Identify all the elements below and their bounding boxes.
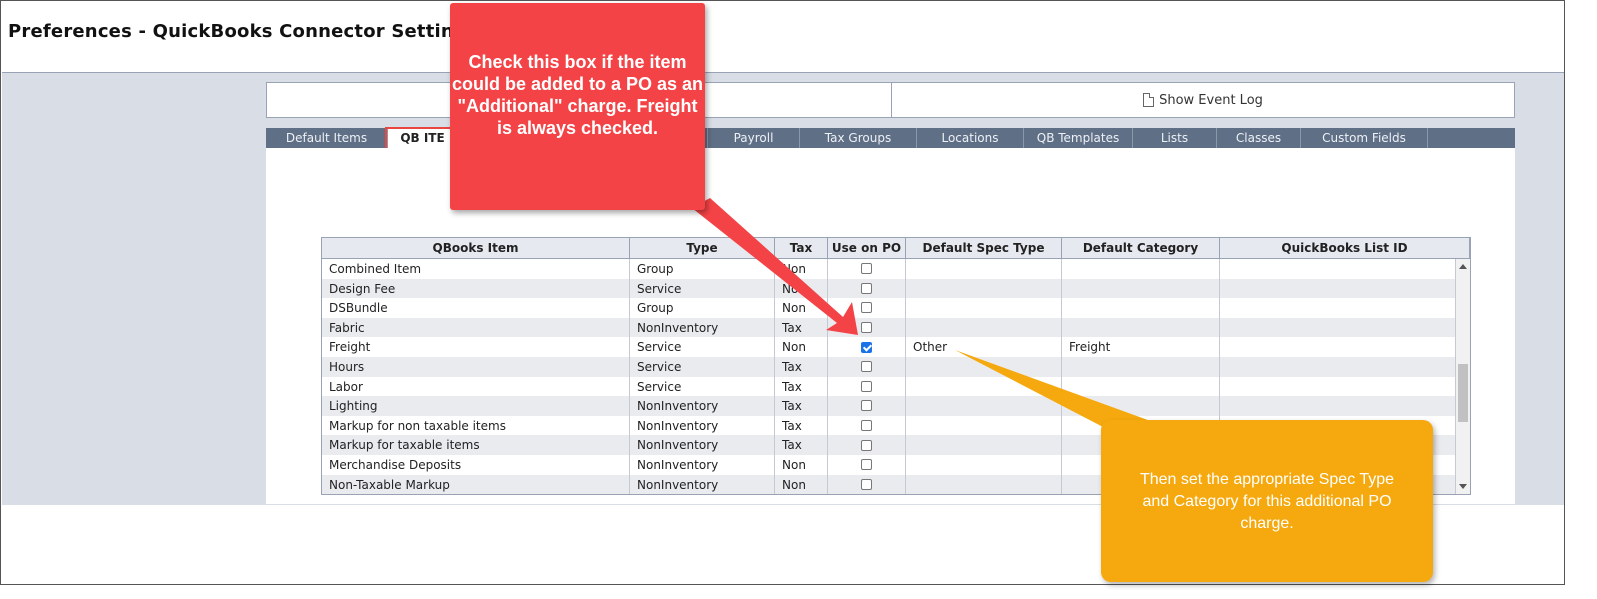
- red-callout: Check this box if the item could be adde…: [450, 3, 705, 210]
- orange-pointer: [955, 350, 1170, 428]
- red-arrow: [692, 198, 858, 335]
- orange-callout: Then set the appropriate Spec Type and C…: [1101, 420, 1433, 582]
